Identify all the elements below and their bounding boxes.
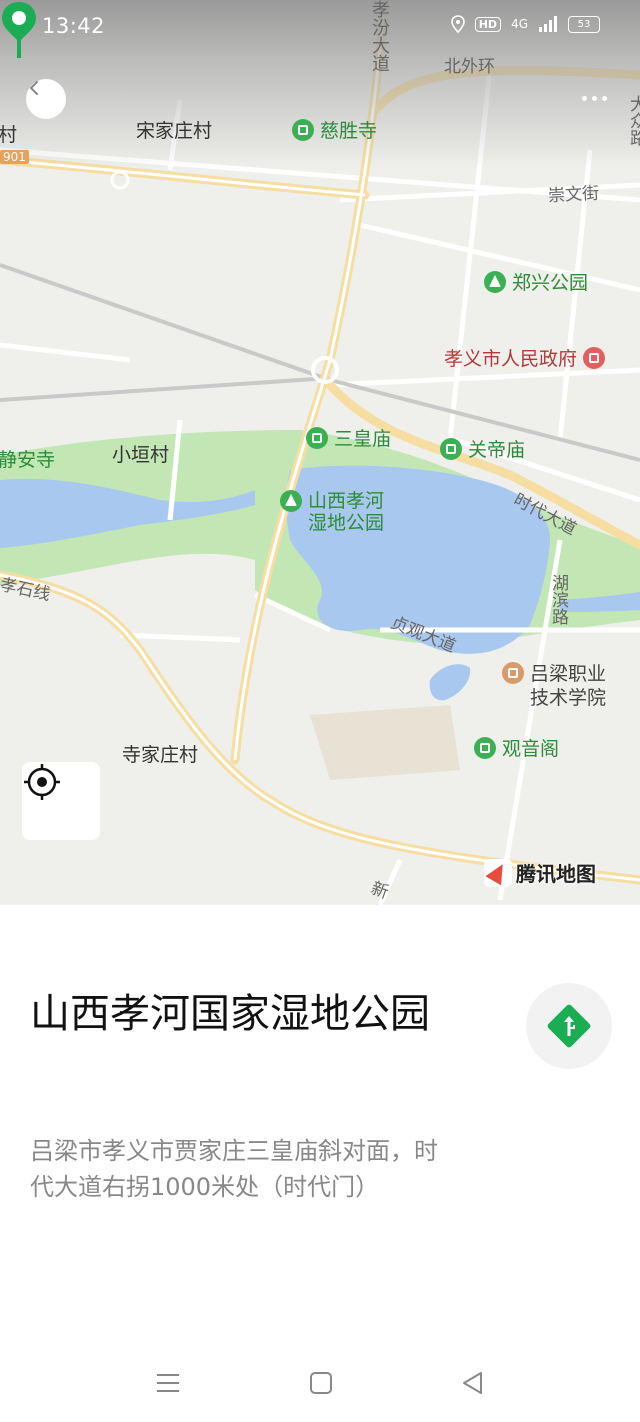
park-tree-icon [280, 490, 302, 512]
temple-icon [292, 119, 314, 141]
place-label-xiaoyuancun: 小垣村 [112, 444, 170, 466]
place-label-songjiazhuang: 宋家庄村 [136, 120, 213, 142]
road-label-chongwen: 崇文街 [547, 183, 600, 207]
signal-icon [539, 16, 557, 32]
home-nav-button[interactable] [308, 1370, 334, 1400]
menu-nav-button[interactable] [155, 1370, 181, 1400]
crosshair-icon [24, 764, 60, 800]
road-label-hubin: 湖滨路 [548, 574, 568, 625]
poi-guanyinge[interactable]: 观音阁 [474, 734, 559, 761]
poi-wetland-park[interactable]: 山西孝河 湿地公园 [280, 490, 384, 534]
location-icon [450, 15, 465, 33]
tencent-map-logo-icon [484, 858, 512, 887]
place-info-sheet: 山西孝河国家湿地公园 吕梁市孝义市贾家庄三皇庙斜对面，时代大道右拐1000米处（… [0, 905, 640, 1422]
locate-me-button[interactable] [22, 762, 100, 840]
place-label-sijiazhuang: 寺家庄村 [122, 744, 199, 766]
poi-sanhuangmiao[interactable]: 三皇庙 [306, 424, 391, 451]
poi-jingansi[interactable]: 静安寺 [0, 445, 55, 472]
more-options-button[interactable] [574, 86, 614, 110]
more-dot-icon [581, 95, 587, 101]
tencent-map-logo: 腾讯地图 [484, 858, 596, 887]
triangle-back-icon [463, 1372, 482, 1394]
poi-zhengxing-park[interactable]: 郑兴公园 [484, 268, 588, 295]
poi-cishengsi[interactable]: 慈胜寺 [292, 116, 377, 143]
status-time: 13:42 [42, 14, 106, 38]
map-view[interactable]: 孝汾大道 北外环 大众路 村 901 宋家庄村 慈胜寺 崇文街 郑兴公园 孝义市… [0, 0, 640, 905]
directions-icon [547, 1004, 591, 1048]
hd-badge: HD [474, 16, 502, 32]
back-button[interactable] [26, 79, 66, 119]
road-shield-901: 901 [0, 150, 29, 164]
park-tree-icon [484, 271, 506, 293]
poi-lvliang-college[interactable]: 吕梁职业 技术学院 [502, 662, 606, 710]
road-label-dazhong: 大众路 [626, 95, 640, 146]
school-icon [502, 662, 524, 684]
place-label-cun: 村 [0, 124, 18, 146]
more-dot-icon [601, 95, 607, 101]
navigate-button[interactable] [526, 983, 612, 1069]
status-icons: HD 4G 53 [450, 15, 600, 33]
menu-lines-icon [157, 1374, 179, 1392]
status-bar: 13:42 HD 4G 53 [0, 0, 640, 56]
chevron-left-icon [29, 81, 38, 95]
temple-icon [474, 737, 496, 759]
system-nav-bar [0, 1350, 640, 1422]
battery-icon: 53 [568, 15, 600, 33]
poi-guandimiao[interactable]: 关帝庙 [440, 435, 525, 462]
poi-government[interactable]: 孝义市人民政府 [444, 344, 606, 371]
temple-icon [440, 438, 462, 460]
back-nav-button[interactable] [460, 1370, 486, 1400]
square-home-icon [310, 1372, 332, 1394]
place-address: 吕梁市孝义市贾家庄三皇庙斜对面，时代大道右拐1000米处（时代门） [30, 1137, 438, 1201]
place-title: 山西孝河国家湿地公园 [30, 991, 430, 1037]
temple-icon [306, 427, 328, 449]
network-type: 4G [511, 17, 528, 31]
government-icon [583, 347, 606, 369]
more-dot-icon [591, 95, 597, 101]
